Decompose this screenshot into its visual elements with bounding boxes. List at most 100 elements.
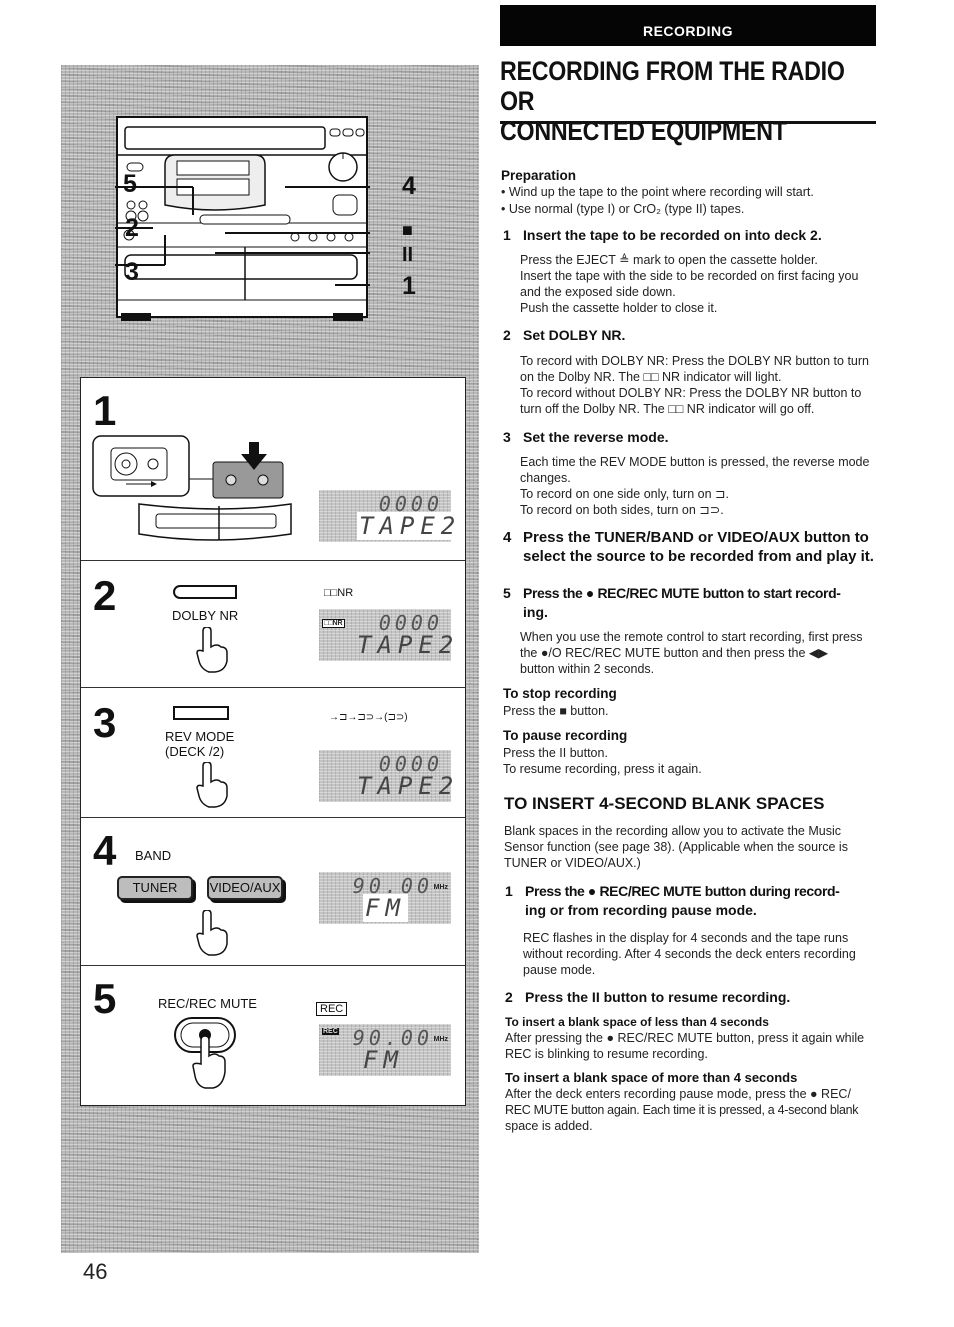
rec-mute-label: REC/REC MUTE <box>158 996 257 1011</box>
deck-2-label: (DECK /2) <box>165 744 225 759</box>
body-line: REC MUTE button again. Each time it is p… <box>505 1103 859 1117</box>
step-number: 2 <box>503 327 511 343</box>
stop-recording-body: Press the ■ button. <box>503 704 609 718</box>
step-title: Insert the tape to be recorded on into d… <box>523 227 822 243</box>
video-aux-button[interactable]: VIDEO/AUX <box>207 876 283 900</box>
step-title-line-1: Press the ● REC/REC MUTE button to start… <box>523 585 841 601</box>
body-line: changes. <box>520 471 571 485</box>
dolby-nr-label: DOLBY NR <box>172 608 239 623</box>
display-band: FM <box>363 1046 404 1074</box>
rec-display-indicator: REC <box>322 1028 339 1035</box>
display-unit: MHz <box>433 1036 448 1043</box>
body-line: Push the cassette holder to close it. <box>520 301 718 315</box>
pressing-hand-icon <box>196 627 228 673</box>
band-label: BAND <box>135 848 172 863</box>
display-step-2: □□NR 0000 TAPE2 <box>319 609 453 661</box>
body-line: without recording. After 4 seconds the d… <box>523 947 856 961</box>
less-than-4s-body: After pressing the ● REC/REC MUTE button… <box>505 1030 885 1062</box>
step-number: 4 <box>93 827 117 874</box>
stereo-system-illustration <box>115 116 370 321</box>
step-3-body: Each time the REV MODE button is pressed… <box>520 454 890 518</box>
callout-pause-icon: II <box>402 244 414 266</box>
callout-1: 1 <box>402 272 416 300</box>
blank-spaces-intro: Blank spaces in the recording allow you … <box>504 823 884 871</box>
step-1-body: Press the EJECT ≜ mark to open the casse… <box>520 252 890 316</box>
callout-stop-icon: ■ <box>402 220 413 240</box>
cassette-insert-illustration <box>92 435 292 541</box>
dolby-nr-button[interactable] <box>173 585 237 599</box>
step-1-heading: 1 Insert the tape to be recorded on into… <box>503 226 883 245</box>
stop-recording-heading: To stop recording <box>503 686 617 701</box>
step-2-body: To record with DOLBY NR: Press the DOLBY… <box>520 353 890 417</box>
body-line: To record on both sides, turn on ⊐⊃. <box>520 503 724 517</box>
page-title-line-1: RECORDING FROM THE RADIO OR <box>500 56 845 116</box>
body-line: Blank spaces in the recording allow you … <box>504 824 841 838</box>
section-header-bar: RECORDING <box>500 5 876 46</box>
pause-recording-heading: To pause recording <box>503 728 628 743</box>
pressing-hand-icon <box>196 910 228 956</box>
rev-mode-button[interactable] <box>173 706 229 720</box>
illustration-step-5: 5 REC/REC MUTE REC REC 90.00 MHz FM <box>81 966 465 1107</box>
rec-mute-button[interactable] <box>173 1016 243 1091</box>
rev-mode-sequence: →⊐→⊐⊃→(⊐⊃) <box>329 712 408 723</box>
step-title-line-1: Press the TUNER/BAND or VIDEO/AUX button… <box>523 529 869 546</box>
body-line: on the Dolby NR. The □□ NR indicator wil… <box>520 370 782 384</box>
display-step-3: 0000 TAPE2 <box>319 750 453 802</box>
body-line: turn off the Dolby NR. The □□ NR indicat… <box>520 402 815 416</box>
body-line: Each time the REV MODE button is pressed… <box>520 455 870 469</box>
preparation-bullet: • Wind up the tape to the point where re… <box>501 185 814 199</box>
step-title-line-2: select the source to be recorded from an… <box>523 548 874 565</box>
less-than-4s-heading: To insert a blank space of less than 4 s… <box>505 1015 769 1029</box>
callout-3: 3 <box>125 258 139 286</box>
body-line: REC is blinking to resume recording. <box>505 1047 708 1061</box>
step-3-heading: 3 Set the reverse mode. <box>503 428 883 447</box>
display-source: TAPE2 <box>357 772 460 800</box>
body-line: To record on one side only, turn on ⊐. <box>520 487 729 501</box>
tuner-button[interactable]: TUNER <box>117 876 193 900</box>
step-2-heading: 2 Set DOLBY NR. <box>503 326 883 345</box>
step-title-line-1: Press the ● REC/REC MUTE button during r… <box>525 883 840 899</box>
dolby-nr-indicator-label: □□NR <box>324 587 354 599</box>
body-line: To record without DOLBY NR: Press the DO… <box>520 386 862 400</box>
step-title: Set the reverse mode. <box>523 429 669 445</box>
step-4-heading: 4 Press the TUNER/BAND or VIDEO/AUX butt… <box>503 528 893 566</box>
body-line: To record with DOLBY NR: Press the DOLBY… <box>520 354 869 368</box>
step-number: 4 <box>503 529 512 546</box>
pause-recording-body: Press the II button. <box>503 746 608 760</box>
body-line: button within 2 seconds. <box>520 662 655 676</box>
step-number: 2 <box>93 572 117 619</box>
body-line: When you use the remote control to start… <box>520 630 863 644</box>
preparation-bullet: • Use normal (type I) or CrO₂ (type II) … <box>501 202 745 216</box>
body-line: TUNER or VIDEO/AUX.) <box>504 856 641 870</box>
blank-step-1-body: REC flashes in the display for 4 seconds… <box>523 930 883 978</box>
body-line: Insert the tape with the side to be reco… <box>520 269 859 283</box>
body-line: space is added. <box>505 1119 593 1133</box>
step-number: 2 <box>505 989 513 1005</box>
callout-4: 4 <box>402 172 416 200</box>
step-title-line-2: ing. <box>523 604 548 620</box>
resume-recording-body: To resume recording, press it again. <box>503 762 702 776</box>
illustration-step-2: 2 DOLBY NR □□NR □□NR 0000 TAPE2 <box>81 561 465 688</box>
callout-2: 2 <box>125 214 139 242</box>
illustration-step-3: 3 REV MODE (DECK /2) →⊐→⊐⊃→(⊐⊃) 0000 TAP… <box>81 688 465 818</box>
display-source: TAPE2 <box>357 631 460 659</box>
callout-5: 5 <box>123 170 137 198</box>
blank-spaces-heading: TO INSERT 4-SECOND BLANK SPACES <box>504 794 825 813</box>
illustration-step-4: 4 BAND TUNER VIDEO/AUX 90.00 MHz FM <box>81 818 465 966</box>
display-unit: MHz <box>433 884 448 891</box>
body-line: REC flashes in the display for 4 seconds… <box>523 931 849 945</box>
step-number: 3 <box>93 699 117 746</box>
step-title: Press the II button to resume recording. <box>525 989 791 1005</box>
step-number: 1 <box>503 227 511 243</box>
body-line: Press the EJECT ≜ mark to open the casse… <box>520 253 818 267</box>
body-line: After pressing the ● REC/REC MUTE button… <box>505 1031 865 1045</box>
blank-step-2-heading: 2 Press the II button to resume recordin… <box>505 988 895 1007</box>
more-than-4s-heading: To insert a blank space of more than 4 s… <box>505 1070 798 1085</box>
step-number: 5 <box>93 975 117 1022</box>
illustration-step-1: 1 0000 TAPE2 <box>81 378 465 561</box>
preparation-heading: Preparation <box>501 168 577 183</box>
display-step-4: 90.00 MHz FM <box>319 872 451 924</box>
step-title-line-2: ing or from recording pause mode. <box>525 902 757 918</box>
more-than-4s-body: After the deck enters recording pause mo… <box>505 1086 885 1134</box>
step-5-heading: 5 Press the ● REC/REC MUTE button to sta… <box>503 584 893 622</box>
